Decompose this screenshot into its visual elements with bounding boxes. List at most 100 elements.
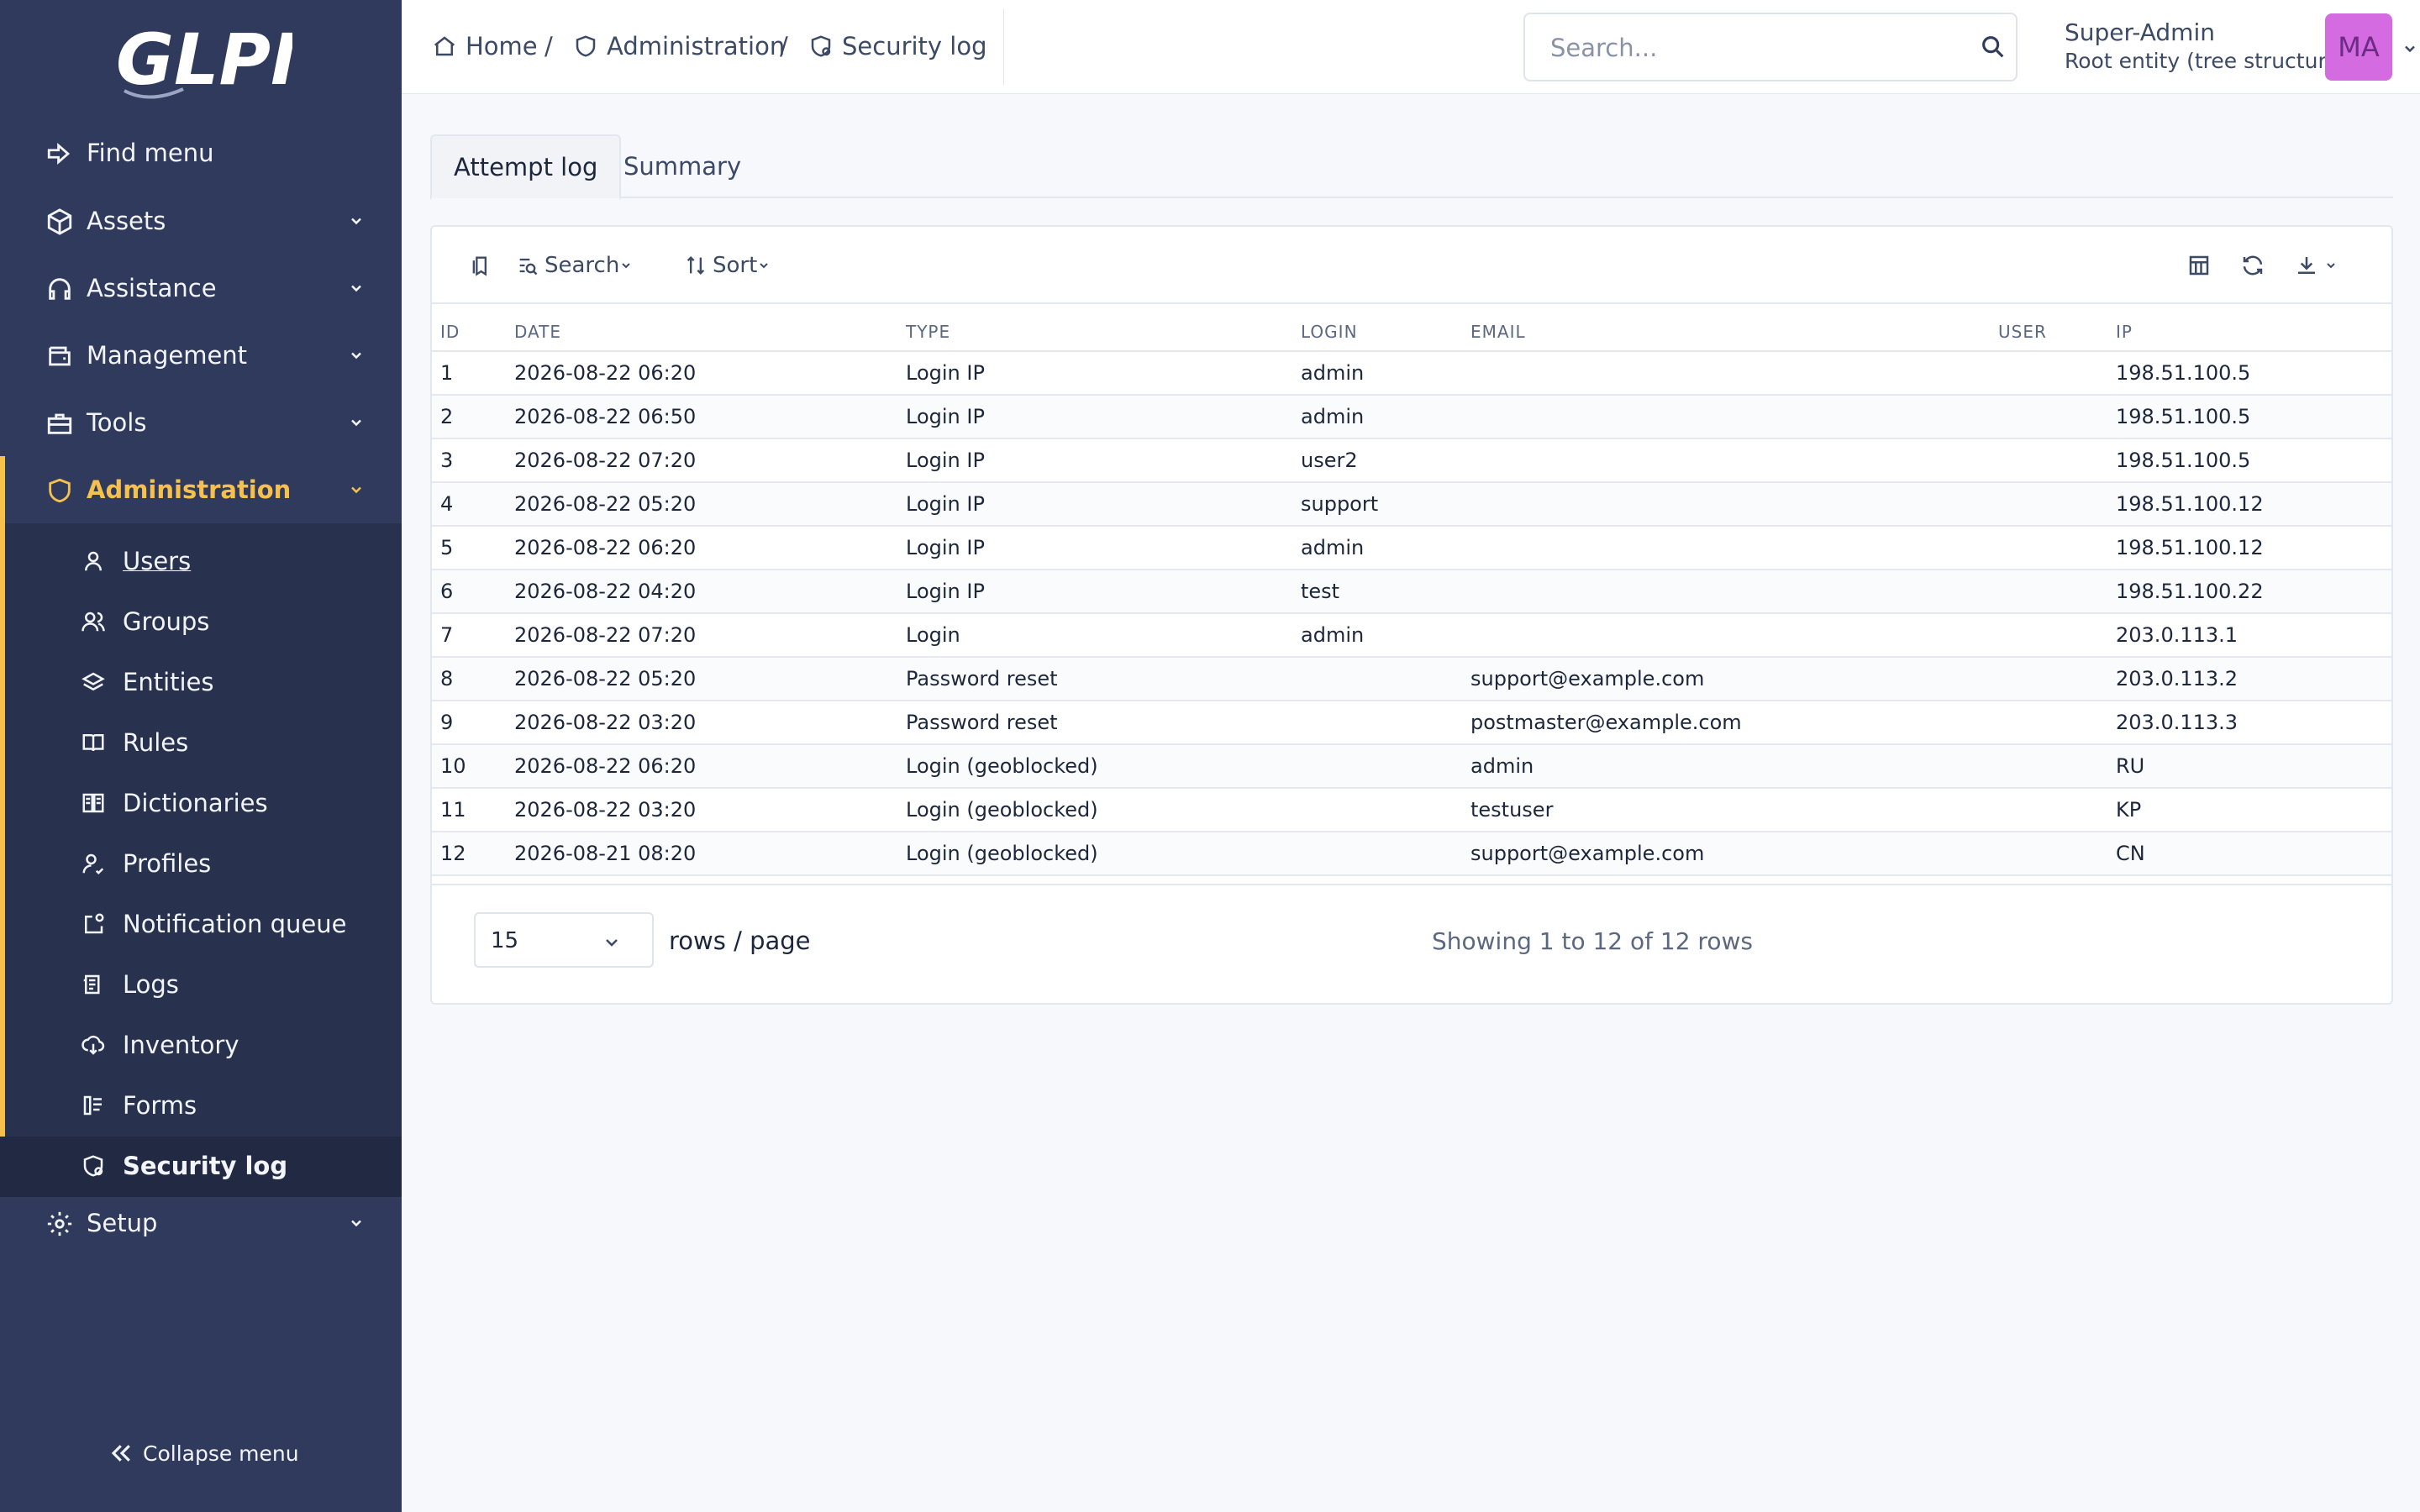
column-header-ip[interactable]: IP bbox=[2107, 304, 2391, 352]
sidebar-item-label: Security log bbox=[123, 1152, 288, 1180]
cell-email: support@example.com bbox=[1462, 657, 1990, 701]
sidebar-item-assets[interactable]: Assets bbox=[0, 187, 402, 255]
cell-type: Login IP bbox=[897, 395, 1292, 439]
page-size-value: 15 bbox=[491, 928, 519, 953]
breadcrumb-administration[interactable]: Administration bbox=[573, 30, 785, 62]
sidebar-item-notification-queue[interactable]: Notification queue bbox=[0, 895, 402, 955]
find-menu-button[interactable]: Find menu bbox=[0, 119, 402, 186]
page-size-select[interactable]: 15 bbox=[474, 912, 654, 968]
sidebar-item-entities[interactable]: Entities bbox=[0, 653, 402, 713]
sidebar-item-label: Notification queue bbox=[123, 910, 347, 938]
cell-id: 10 bbox=[432, 744, 506, 789]
column-header-type[interactable]: TYPE bbox=[897, 304, 1292, 352]
cell-user bbox=[1990, 570, 2107, 614]
cell-id: 11 bbox=[432, 788, 506, 832]
sidebar-item-tools[interactable]: Tools bbox=[0, 389, 402, 456]
table-row[interactable]: 9 2026-08-22 03:20 Password reset postmaste… bbox=[432, 701, 2391, 745]
reload-button[interactable] bbox=[2240, 250, 2270, 281]
table-row[interactable]: 8 2026-08-22 05:20 Password reset support@e… bbox=[432, 657, 2391, 701]
shield-icon bbox=[49, 478, 71, 503]
table-row[interactable]: 6 2026-08-22 04:20 Login IP test 198.51.100.… bbox=[432, 570, 2391, 614]
cell-email bbox=[1462, 570, 1990, 614]
sidebar-item-rules[interactable]: Rules bbox=[0, 713, 402, 774]
gear-icon bbox=[47, 1211, 72, 1236]
search-input[interactable] bbox=[1550, 29, 1954, 66]
sidebar-item-label: Tools bbox=[87, 408, 147, 437]
avatar[interactable]: MA bbox=[2325, 13, 2392, 81]
cell-ip: 203.0.113.2 bbox=[2107, 657, 2391, 701]
sidebar-item-setup[interactable]: Setup bbox=[0, 1189, 402, 1257]
column-settings-button[interactable] bbox=[2186, 250, 2217, 281]
cell-user bbox=[1990, 351, 2107, 396]
collapse-menu-button[interactable]: Collapse menu bbox=[109, 1436, 299, 1470]
table-row[interactable]: 3 2026-08-22 07:20 Login IP user2 198.51.100… bbox=[432, 438, 2391, 483]
table-options-icon bbox=[2189, 255, 2209, 276]
table-row[interactable]: 11 2026-08-22 03:20 Login (geoblocked) test… bbox=[432, 788, 2391, 832]
cell-id: 12 bbox=[432, 832, 506, 876]
find-menu-label: Find menu bbox=[87, 139, 214, 167]
cell-date: 2026-08-22 04:20 bbox=[506, 570, 897, 614]
search-icon[interactable] bbox=[1979, 33, 2007, 61]
cell-login: support bbox=[1292, 482, 1462, 527]
sidebar-item-forms[interactable]: Forms bbox=[0, 1076, 402, 1137]
tab-summary[interactable]: Summary bbox=[602, 134, 763, 198]
breadcrumb-security-log[interactable]: Security log bbox=[808, 30, 987, 62]
sidebar-item-users[interactable]: Users bbox=[0, 532, 402, 592]
sidebar-item-dictionaries[interactable]: Dictionaries bbox=[0, 774, 402, 834]
table-row[interactable]: 12 2026-08-21 08:20 Login (geoblocked) supp… bbox=[432, 832, 2391, 876]
table-row[interactable]: 7 2026-08-22 07:20 Login admin 203.0.113.1 bbox=[432, 613, 2391, 658]
export-button[interactable] bbox=[2294, 250, 2343, 281]
column-header-email[interactable]: EMAIL bbox=[1462, 304, 1990, 352]
tab-attempt-log[interactable]: Attempt log bbox=[430, 134, 622, 200]
column-header-date[interactable]: DATE bbox=[506, 304, 897, 352]
sidebar-item-inventory[interactable]: Inventory bbox=[0, 1016, 402, 1076]
search-toggle-button[interactable]: Search bbox=[516, 250, 638, 281]
column-header-login[interactable]: LOGIN bbox=[1292, 304, 1462, 352]
cell-type: Login (geoblocked) bbox=[897, 744, 1292, 789]
cell-user bbox=[1990, 526, 2107, 570]
sidebar-item-management[interactable]: Management bbox=[0, 322, 402, 389]
cell-login: admin bbox=[1292, 526, 1462, 570]
tab-bar: Attempt log Summary bbox=[430, 134, 2393, 200]
sort-button[interactable]: Sort bbox=[684, 250, 776, 281]
cell-id: 4 bbox=[432, 482, 506, 527]
sidebar-item-groups[interactable]: Groups bbox=[0, 592, 402, 653]
cell-ip: 198.51.100.5 bbox=[2107, 351, 2391, 396]
table-row[interactable]: 5 2026-08-22 06:20 Login IP admin 198.51.100… bbox=[432, 526, 2391, 570]
sidebar: GLPI Find menu Assets Assistance Managem… bbox=[0, 0, 402, 1512]
table-row[interactable]: 4 2026-08-22 05:20 Login IP support 198.51.1… bbox=[432, 482, 2391, 527]
cell-login bbox=[1292, 701, 1462, 745]
headset-icon bbox=[49, 278, 71, 300]
table-row[interactable]: 1 2026-08-22 06:20 Login IP admin 198.51.100… bbox=[432, 351, 2391, 396]
cell-date: 2026-08-22 06:20 bbox=[506, 351, 897, 396]
glpi-logo[interactable]: GLPI bbox=[116, 24, 292, 104]
chevron-down-icon bbox=[351, 285, 361, 292]
breadcrumb-home[interactable]: Home bbox=[432, 30, 538, 62]
sidebar-item-logs[interactable]: Logs bbox=[0, 955, 402, 1016]
pagination-bar: 15 rows / page Showing 1 to 12 of 12 row… bbox=[432, 884, 2391, 1005]
cell-type: Login IP bbox=[897, 351, 1292, 396]
chevron-down-icon bbox=[606, 939, 618, 947]
chevron-down-icon bbox=[351, 419, 361, 427]
user-name[interactable]: Super-Admin bbox=[2065, 18, 2215, 46]
cell-date: 2026-08-22 06:20 bbox=[506, 744, 897, 789]
column-header-id[interactable]: ID bbox=[432, 304, 506, 352]
cell-date: 2026-08-21 08:20 bbox=[506, 832, 897, 876]
box-icon bbox=[47, 208, 72, 235]
top-header: Home / Administration / Security log Sup… bbox=[402, 0, 2420, 94]
column-header-user[interactable]: USER bbox=[1990, 304, 2107, 352]
sidebar-item-label: Inventory bbox=[123, 1031, 239, 1059]
table-row[interactable]: 2 2026-08-22 06:50 Login IP admin 198.51.100… bbox=[432, 395, 2391, 439]
cell-ip: KP bbox=[2107, 788, 2391, 832]
chevron-down-icon[interactable] bbox=[2402, 40, 2418, 57]
sidebar-item-security-log[interactable]: Security log bbox=[0, 1137, 402, 1197]
table-toolbar: Search Sort bbox=[432, 227, 2391, 304]
cloud-download-icon bbox=[82, 1035, 105, 1055]
sidebar-item-profiles[interactable]: Profiles bbox=[0, 834, 402, 895]
sidebar-item-administration[interactable]: Administration bbox=[0, 456, 402, 523]
user-entity[interactable]: Root entity (tree structure) bbox=[2065, 49, 2347, 73]
saved-searches-button[interactable] bbox=[469, 250, 497, 281]
table-row[interactable]: 10 2026-08-22 06:20 Login (geoblocked) admi… bbox=[432, 744, 2391, 789]
sidebar-item-assistance[interactable]: Assistance bbox=[0, 255, 402, 322]
cell-ip: RU bbox=[2107, 744, 2391, 789]
